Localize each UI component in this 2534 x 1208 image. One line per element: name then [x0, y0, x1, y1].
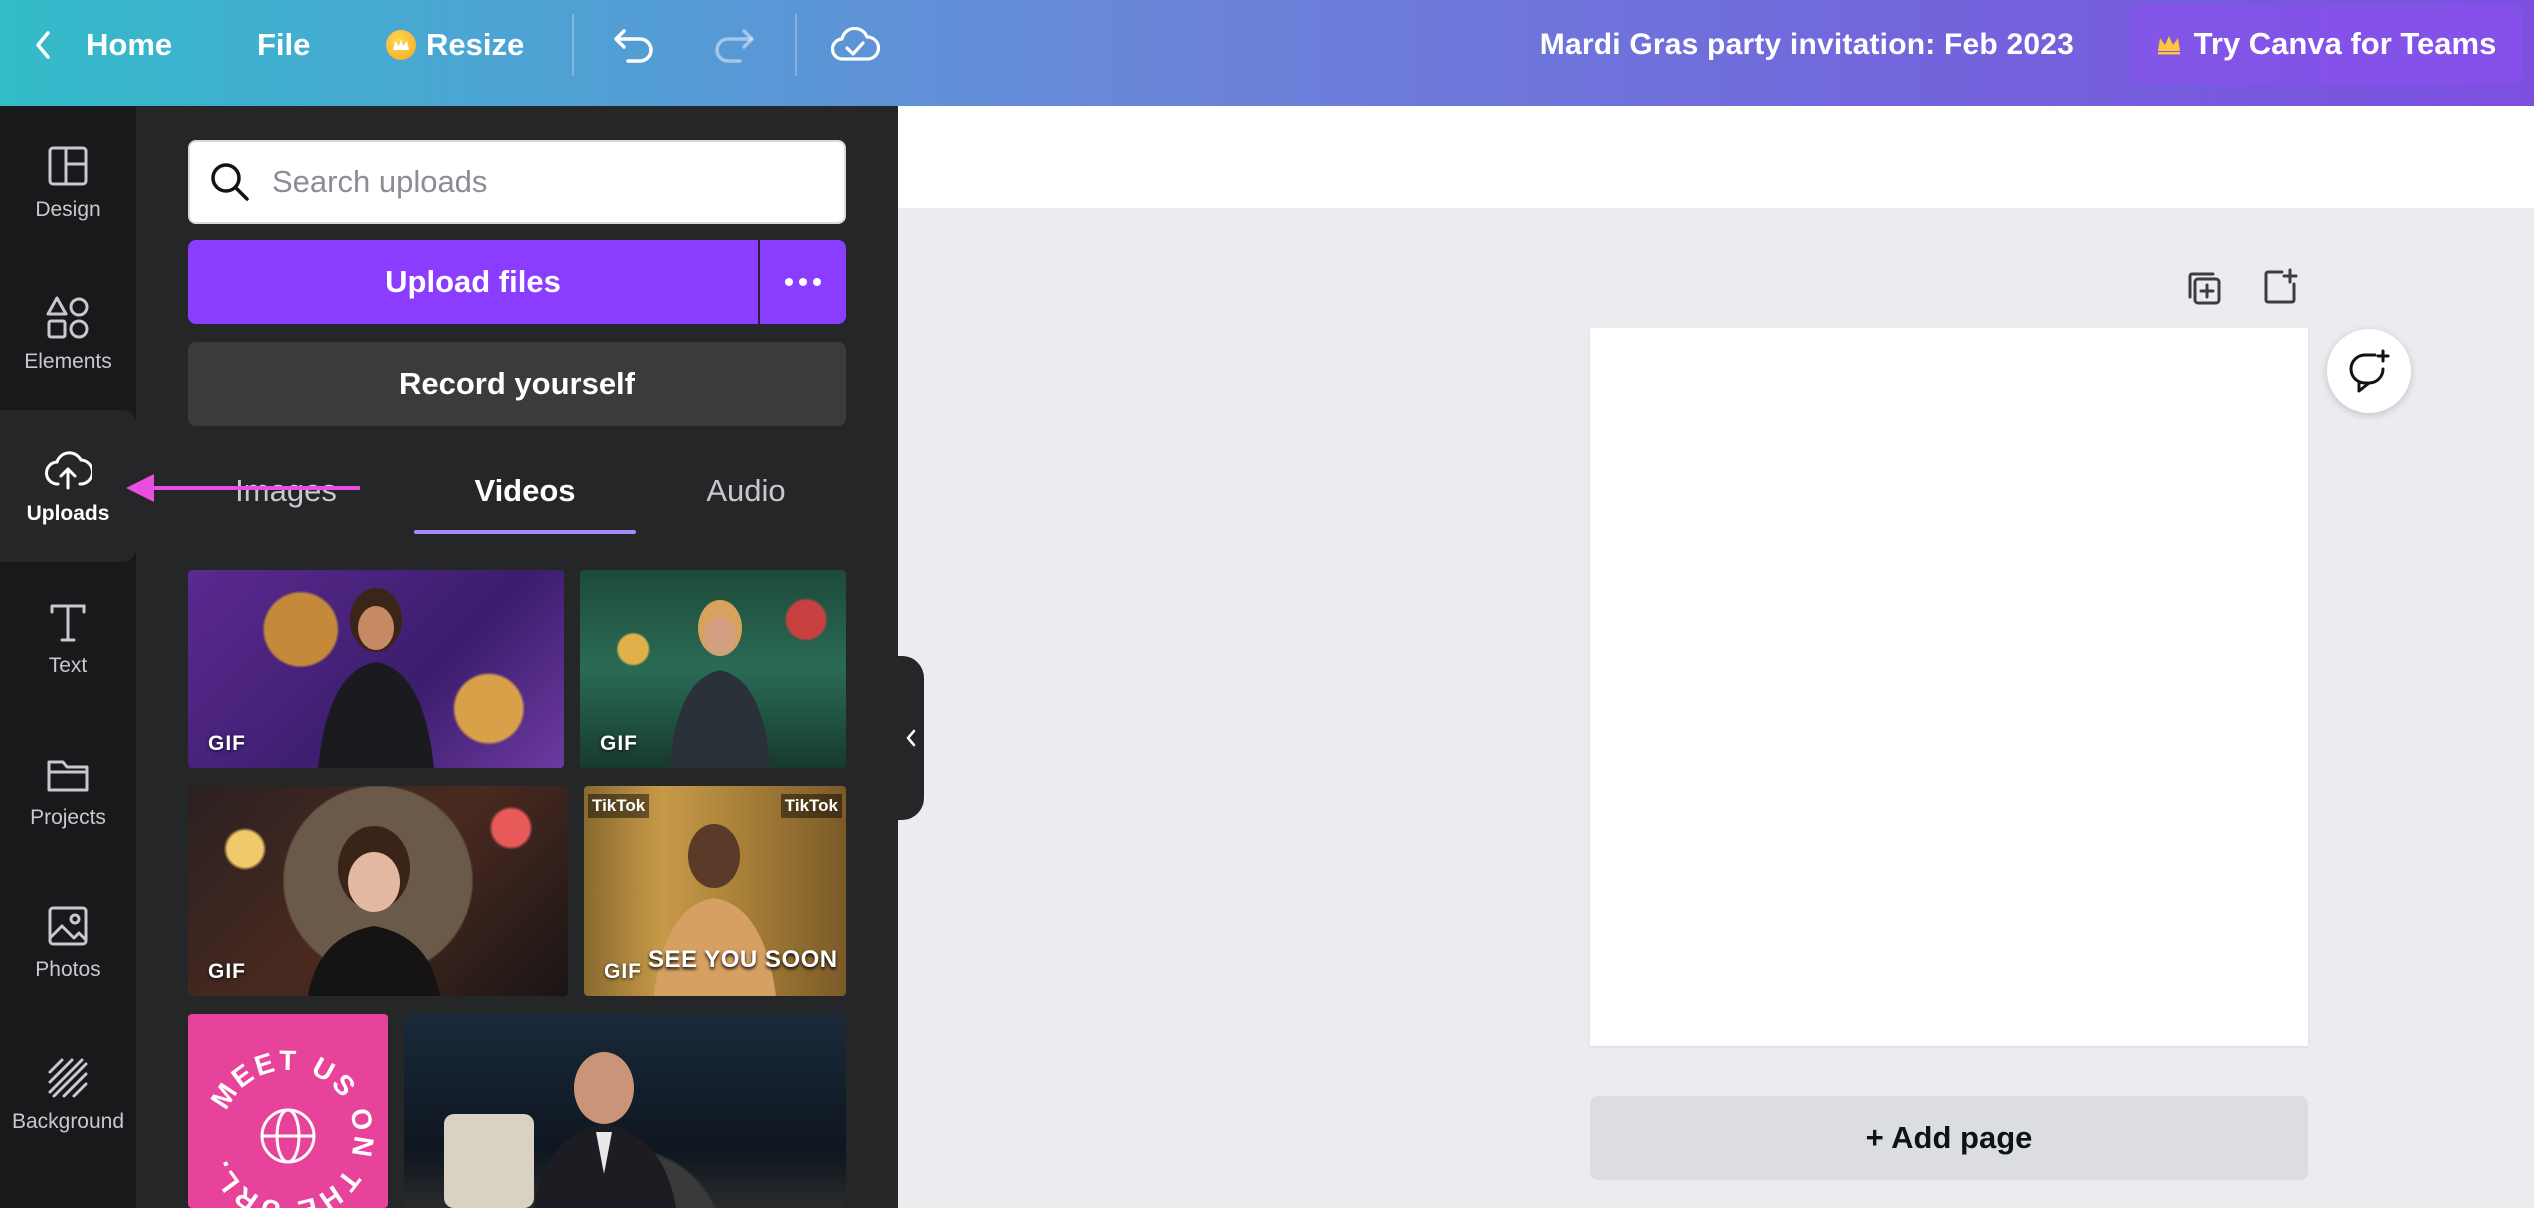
- gif-badge: GIF: [208, 960, 246, 983]
- cloud-save-button[interactable]: [830, 0, 880, 90]
- tab-images[interactable]: Images: [206, 456, 366, 526]
- person-figure: [444, 1052, 676, 1208]
- rail-item-label: Elements: [24, 350, 112, 373]
- svg-text:MEET US ON THE URL.: MEET US ON THE URL.: [202, 1045, 380, 1208]
- divider: [795, 14, 797, 76]
- duplicate-page-button[interactable]: [2184, 268, 2224, 308]
- rail-item-projects[interactable]: Projects: [0, 714, 136, 866]
- collapse-panel-button[interactable]: [898, 656, 924, 820]
- sticker-text: MEET US ON THE URL.: [202, 1045, 377, 1208]
- watermark-label: TikTok: [588, 794, 650, 818]
- annotation-arrow-head: [126, 474, 154, 502]
- shapes-icon: [46, 296, 89, 339]
- thumbnail-caption: SEE YOU SOON: [648, 946, 838, 973]
- rail-item-label: Text: [48, 654, 88, 677]
- rail-item-design[interactable]: Design: [0, 106, 136, 258]
- dot: [813, 278, 821, 286]
- resize-label: Resize: [426, 27, 525, 62]
- resize-button[interactable]: Resize: [386, 0, 524, 90]
- video-thumbnail[interactable]: TikTok TikTok SEE YOU SOON GIF: [584, 786, 846, 996]
- cloud-upload-icon: [45, 451, 92, 490]
- gif-badge: GIF: [600, 732, 638, 755]
- home-button[interactable]: Home: [86, 0, 172, 90]
- more-options-button[interactable]: [760, 240, 846, 324]
- rail-item-label: Design: [35, 198, 101, 221]
- video-thumbnail[interactable]: MEET US ON THE URL.: [188, 1014, 388, 1208]
- search-input[interactable]: [272, 164, 832, 200]
- text-icon: [50, 604, 86, 642]
- side-rail: Design Elements Uploads Text Projects Ph…: [0, 106, 136, 1208]
- add-comment-button[interactable]: [2327, 329, 2411, 413]
- rail-item-uploads[interactable]: Uploads: [0, 410, 136, 562]
- rail-item-label: Uploads: [26, 502, 110, 525]
- rail-item-label: Photos: [35, 958, 101, 981]
- rail-item-background[interactable]: Background: [0, 1018, 136, 1170]
- undo-icon: [614, 29, 653, 63]
- add-page-icon-button[interactable]: [2260, 266, 2300, 306]
- video-thumbnail[interactable]: GIF: [188, 570, 564, 768]
- cloud-check-icon: [830, 26, 880, 61]
- rail-item-elements[interactable]: Elements: [0, 258, 136, 410]
- dot: [785, 278, 793, 286]
- folder-icon: [47, 760, 89, 792]
- image-icon: [48, 906, 88, 946]
- annotation-arrow-line: [150, 486, 360, 490]
- video-thumbnail[interactable]: GIF: [188, 786, 568, 996]
- divider: [572, 14, 574, 76]
- top-bar: Home File Resize Mardi Gras party invita…: [0, 0, 2534, 106]
- video-thumbnail[interactable]: GIF: [580, 570, 846, 768]
- crown-icon: [386, 30, 416, 60]
- active-tab-indicator: [414, 530, 636, 534]
- design-page[interactable]: [1590, 328, 2308, 1046]
- try-teams-button[interactable]: Try Canva for Teams: [2130, 4, 2522, 84]
- add-page-button[interactable]: + Add page: [1590, 1096, 2308, 1180]
- upload-files-button[interactable]: Upload files: [188, 240, 758, 324]
- search-icon: [211, 163, 249, 201]
- rail-item-label: Projects: [30, 806, 106, 829]
- chevron-left-icon: [906, 729, 916, 747]
- sticker-graphic: MEET US ON THE URL.: [202, 1045, 380, 1208]
- back-button[interactable]: [30, 0, 58, 90]
- undo-button[interactable]: [612, 0, 656, 90]
- search-box[interactable]: [188, 140, 846, 224]
- rail-item-text[interactable]: Text: [0, 562, 136, 714]
- uploads-panel: Upload files Record yourself Images Vide…: [136, 106, 898, 1208]
- video-thumbnail[interactable]: [404, 1014, 846, 1208]
- tab-videos[interactable]: Videos: [414, 456, 636, 526]
- gif-badge: GIF: [604, 960, 642, 983]
- crown-icon: [2157, 36, 2180, 55]
- record-yourself-button[interactable]: Record yourself: [188, 342, 846, 426]
- rail-item-photos[interactable]: Photos: [0, 866, 136, 1018]
- watermark-label: TikTok: [780, 794, 842, 818]
- editor-toolbar: [898, 106, 2534, 208]
- duplicate-icon: [2188, 272, 2221, 305]
- gif-badge: GIF: [208, 732, 246, 755]
- add-page-icon: [2264, 268, 2298, 304]
- redo-icon: [715, 29, 754, 63]
- chevron-left-icon: [36, 31, 50, 59]
- document-title[interactable]: Mardi Gras party invitation: Feb 2023: [1540, 0, 2074, 90]
- try-teams-label: Try Canva for Teams: [2193, 26, 2497, 61]
- rail-item-label: Background: [11, 1110, 125, 1133]
- stripes-icon: [48, 1058, 88, 1098]
- file-menu[interactable]: File: [257, 0, 310, 90]
- comment-add-icon: [2349, 349, 2390, 393]
- tab-audio[interactable]: Audio: [676, 456, 816, 526]
- layout-icon: [48, 146, 88, 186]
- redo-button[interactable]: [712, 0, 756, 90]
- dot: [799, 278, 807, 286]
